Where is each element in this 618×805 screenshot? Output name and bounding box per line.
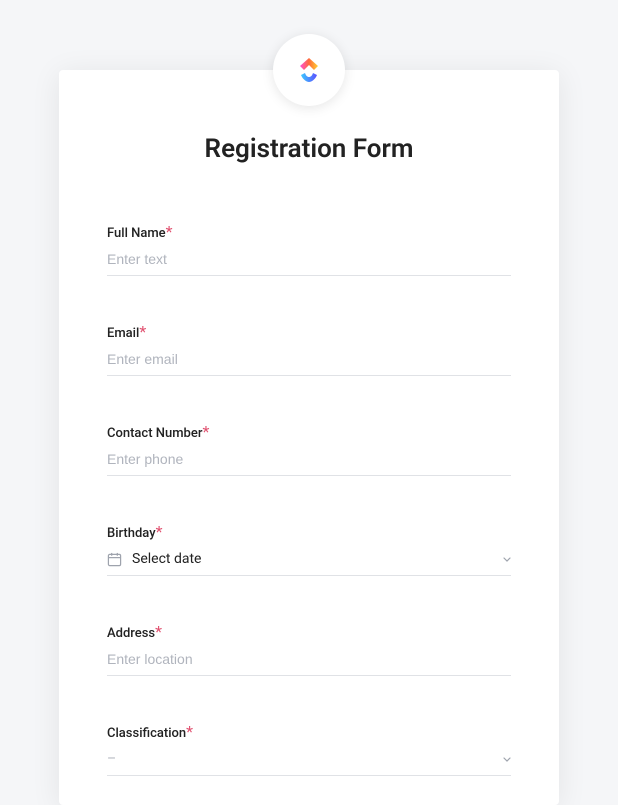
required-marker: * [139,322,146,341]
label-address: Address* [107,622,511,641]
field-email: Email* [107,322,511,376]
label-text: Full Name [107,226,166,241]
email-input[interactable] [107,341,511,376]
required-marker: * [155,622,162,641]
form-card: Registration Form Full Name* Email* Cont… [59,70,559,805]
required-marker: * [166,222,173,241]
label-birthday: Birthday* [107,522,511,541]
label-text: Address [107,626,155,641]
field-full-name: Full Name* [107,222,511,276]
label-text: Email [107,326,139,341]
label-text: Classification [107,726,186,741]
calendar-icon [107,552,122,567]
logo-badge [273,34,345,106]
field-birthday: Birthday* Select date [107,522,511,576]
label-contact: Contact Number* [107,422,511,441]
label-text: Birthday [107,526,156,541]
label-full-name: Full Name* [107,222,511,241]
label-classification: Classification* [107,722,511,741]
chevron-down-icon [503,754,511,765]
field-address: Address* [107,622,511,676]
contact-input[interactable] [107,441,511,476]
required-marker: * [186,722,193,741]
label-text: Contact Number [107,426,202,441]
field-contact: Contact Number* [107,422,511,476]
classification-value: – [107,751,503,767]
full-name-input[interactable] [107,241,511,276]
field-classification: Classification* – [107,722,511,776]
chevron-down-icon [503,554,511,565]
address-input[interactable] [107,641,511,676]
clickup-logo-icon [291,52,327,88]
label-email: Email* [107,322,511,341]
required-marker: * [202,422,209,441]
birthday-value: Select date [132,551,503,567]
page-title: Registration Form [107,134,511,164]
classification-select[interactable]: – [107,741,511,776]
birthday-picker[interactable]: Select date [107,541,511,576]
required-marker: * [156,522,163,541]
